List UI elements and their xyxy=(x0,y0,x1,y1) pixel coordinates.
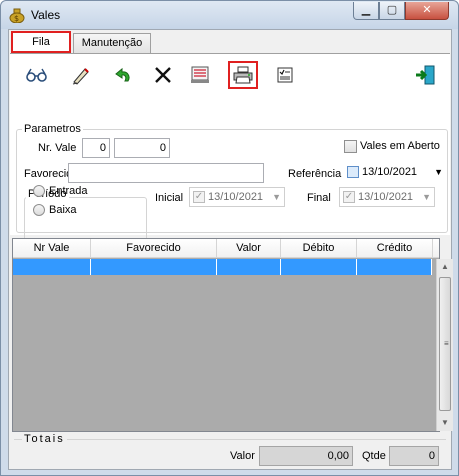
chevron-down-icon[interactable]: ▼ xyxy=(272,188,281,206)
printer-icon xyxy=(233,66,253,84)
print-button[interactable] xyxy=(228,61,258,89)
vales-window: $ Vales ▁ ▢ ✕ Fila Manutenção Parametros… xyxy=(0,0,459,476)
table-cell[interactable] xyxy=(281,259,357,275)
grid-header: Nr Vale Favorecido Valor Débito Crédito xyxy=(13,239,439,258)
minimize-button[interactable]: ▁ xyxy=(353,2,379,20)
exit-door-icon xyxy=(416,65,435,85)
delete-x-icon xyxy=(155,67,171,83)
baixa-label: Baixa xyxy=(49,204,77,216)
edit-button[interactable] xyxy=(66,61,96,89)
checklist-button[interactable] xyxy=(270,61,300,89)
exit-button[interactable] xyxy=(410,61,440,89)
inicial-date-checkbox[interactable]: ✓ xyxy=(193,191,205,203)
final-date-picker[interactable]: ✓ 13/10/2021 ▼ xyxy=(339,187,435,207)
glasses-icon xyxy=(26,68,47,82)
baixa-radio[interactable] xyxy=(33,204,45,216)
referencia-label: Referência xyxy=(288,168,342,180)
tab-fila[interactable]: Fila xyxy=(11,31,71,53)
table-row[interactable] xyxy=(13,259,439,275)
grip-icon: ≡ xyxy=(444,339,449,348)
final-label: Final xyxy=(307,192,331,204)
totais-legend: Totais xyxy=(22,433,67,445)
scroll-down-icon[interactable]: ▼ xyxy=(437,415,453,431)
undo-button[interactable] xyxy=(108,61,138,89)
entrada-label: Entrada xyxy=(49,185,88,197)
vertical-scrollbar[interactable]: ▲ ≡ ▼ xyxy=(436,259,453,431)
final-date-checkbox[interactable]: ✓ xyxy=(343,191,355,203)
window-title: Vales xyxy=(31,8,61,22)
chevron-down-icon[interactable]: ▼ xyxy=(434,163,443,181)
inicial-label: Inicial xyxy=(155,192,184,204)
title-bar[interactable]: $ Vales ▁ ▢ ✕ xyxy=(1,1,458,29)
valor-label: Valor xyxy=(230,450,255,462)
delete-button[interactable] xyxy=(148,61,178,89)
entrada-radio[interactable] xyxy=(33,185,45,197)
qtde-label: Qtde xyxy=(362,450,386,462)
vales-grid[interactable]: Nr Vale Favorecido Valor Débito Crédito … xyxy=(12,238,453,432)
vales-em-aberto-checkbox[interactable] xyxy=(344,140,357,153)
svg-text:$: $ xyxy=(14,14,19,23)
valor-total-field: 0,00 xyxy=(259,446,353,466)
vales-em-aberto-label: Vales em Aberto xyxy=(360,140,440,152)
report-button[interactable] xyxy=(185,61,215,89)
maximize-button[interactable]: ▢ xyxy=(379,2,405,20)
scroll-up-icon[interactable]: ▲ xyxy=(437,259,453,275)
nr-vale-to-input[interactable]: 0 xyxy=(114,138,170,158)
scroll-thumb[interactable]: ≡ xyxy=(439,277,451,411)
checklist-icon xyxy=(277,67,293,83)
inicial-date-value: 13/10/2021 xyxy=(208,191,264,203)
nr-vale-label: Nr. Vale xyxy=(38,142,77,154)
undo-arrow-icon xyxy=(115,67,130,82)
referencia-date-picker[interactable]: 13/10/2021 ▼ xyxy=(344,163,446,183)
money-bag-icon: $ xyxy=(9,8,25,23)
column-header-favorecido[interactable]: Favorecido xyxy=(91,239,217,258)
column-header-debito[interactable]: Débito xyxy=(281,239,357,258)
client-area: Fila Manutenção Parametros Nr. Vale 0 0 … xyxy=(8,29,453,470)
final-date-value: 13/10/2021 xyxy=(358,191,414,203)
close-button[interactable]: ✕ xyxy=(405,2,449,20)
table-cell[interactable] xyxy=(13,259,91,275)
column-header-valor[interactable]: Valor xyxy=(217,239,281,258)
report-grid-icon xyxy=(191,66,209,83)
inicial-date-picker[interactable]: ✓ 13/10/2021 ▼ xyxy=(189,187,285,207)
tab-manutencao[interactable]: Manutenção xyxy=(73,33,151,53)
table-cell[interactable] xyxy=(357,259,432,275)
table-cell[interactable] xyxy=(91,259,217,275)
parametros-legend: Parametros xyxy=(22,123,83,135)
referencia-date-value: 13/10/2021 xyxy=(362,166,418,178)
nr-vale-from-input[interactable]: 0 xyxy=(82,138,110,158)
column-header-credito[interactable]: Crédito xyxy=(357,239,433,258)
column-header-nr-vale[interactable]: Nr Vale xyxy=(13,239,91,258)
table-cell[interactable] xyxy=(217,259,281,275)
search-button[interactable] xyxy=(22,61,52,89)
chevron-down-icon[interactable]: ▼ xyxy=(422,188,431,206)
edit-pen-icon xyxy=(72,68,89,85)
referencia-date-checkbox[interactable] xyxy=(347,166,359,178)
favorecido-input[interactable] xyxy=(68,163,264,183)
totais-divider xyxy=(14,439,446,440)
qtde-total-field: 0 xyxy=(389,446,439,466)
